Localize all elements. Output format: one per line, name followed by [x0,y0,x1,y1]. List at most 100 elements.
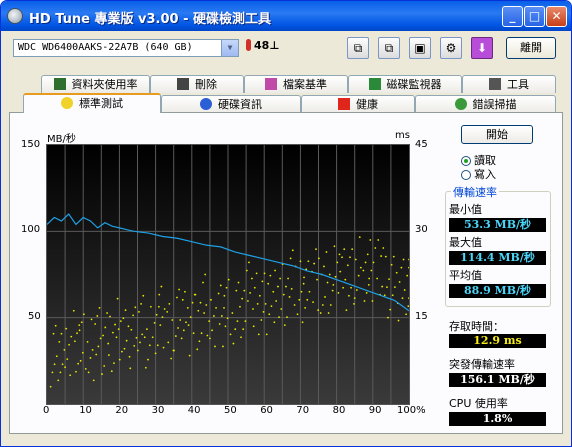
access-time-point [325,251,328,253]
access-time-point [132,314,135,317]
temperature-value: 48 [254,39,270,52]
access-time-point [253,286,256,289]
access-time-point [277,285,279,288]
x-tick-label: 50 [224,405,237,416]
chevron-down-icon[interactable]: ▼ [221,40,238,56]
access-time-point [343,248,346,251]
access-time-point [148,344,151,347]
tab-folder-usage[interactable]: 資料夾使用率 [41,75,150,93]
access-time-point [160,285,163,288]
access-time-point [285,285,287,288]
access-time-point [135,336,138,339]
y-right-tick-label: 45 [415,139,428,150]
copy-screen-button[interactable]: ⧉ [378,37,400,59]
access-time-point [94,323,97,325]
access-time-point [198,340,201,343]
access-time-point [101,373,103,375]
access-time-point [54,324,57,327]
access-time-point [380,255,383,257]
access-time-point [256,302,259,305]
download-button[interactable]: ⬇ [471,37,493,59]
access-time-point [57,379,60,382]
access-time-point [98,306,101,309]
access-time-point [215,306,217,309]
tab-label: 工具 [507,78,529,91]
access-time-point [217,292,220,295]
access-time-point [110,370,113,373]
tab-erase[interactable]: 刪除 [150,75,244,93]
access-time-point [179,319,182,321]
tab-benchmark[interactable]: 標準測試 [23,93,161,113]
minimize-button[interactable]: _ [502,6,523,27]
access-time-point [72,309,75,312]
access-time-point [265,333,268,336]
tab-error-scan[interactable]: 錯誤掃描 [415,95,556,113]
access-time-point [408,258,410,261]
access-time-point [204,273,207,276]
access-time-point [139,341,141,344]
title-bar[interactable]: HD Tune 專業版 v3.00 - 硬碟檢測工具 _ □ ✕ [1,1,571,31]
drive-selector[interactable]: WDC WD6400AAKS-22A7B (640 GB) ▼ [13,39,239,57]
hd-tune-app-icon [7,8,23,24]
tab-disk-monitor[interactable]: 磁碟監視器 [348,75,462,93]
access-time-point [257,333,260,336]
access-time-point [168,302,171,305]
access-time-point [397,319,400,322]
access-time-point [366,253,369,256]
tab-tools[interactable]: 工具 [462,75,556,93]
access-time-point [362,269,365,272]
close-button[interactable]: ✕ [546,6,567,27]
copy-text-button[interactable]: ⧉ [347,37,369,59]
access-time-point [301,321,304,324]
y-tick-label: 50 [28,311,41,322]
access-time-point [313,262,316,265]
access-time-point [106,312,108,314]
options-button[interactable]: ⚙ [440,37,462,59]
access-time-point [331,289,334,292]
access-time-point [316,278,318,281]
tab-file-benchmark[interactable]: 檔案基準 [244,75,348,93]
maximize-button[interactable]: □ [524,6,545,27]
max-value: 114.4 MB/秒 [449,251,546,265]
access-time-point [223,294,226,297]
access-time-point [282,293,285,296]
access-time-point [140,302,143,305]
access-time-point [382,247,385,249]
access-time-point [241,297,244,300]
access-time-point [342,286,345,289]
access-time-point [200,332,203,335]
access-time-point [354,258,357,261]
exit-button[interactable]: 離開 [506,37,556,59]
write-radio[interactable]: 寫入 [461,166,496,182]
tab-drive-info[interactable]: 硬碟資訊 [161,95,301,113]
access-time-point [393,286,396,289]
access-time-point [90,318,93,321]
start-button[interactable]: 開始 [461,125,533,144]
tab-health[interactable]: 健康 [301,95,415,113]
save-button[interactable]: ▣ [409,37,431,59]
access-time-point [64,366,66,369]
access-time-point [351,248,354,251]
thermometer-icon [246,39,251,51]
access-time-point [119,320,122,323]
access-time-point [225,286,228,289]
access-time-point [65,327,68,330]
access-time-point [239,305,241,308]
access-time-point [252,325,255,328]
access-time-point [125,339,128,342]
access-time-point [302,282,305,285]
download-icon: ⬇ [476,41,488,55]
access-time-point [76,332,78,335]
access-time-point [327,312,330,314]
access-time-point [156,344,159,347]
access-time-point [205,304,208,306]
tab-label: 刪除 [195,78,217,91]
access-time-point [279,277,282,280]
tab-label: 磁碟監視器 [386,78,442,91]
access-time-point [338,253,341,256]
access-time-point [185,321,187,324]
access-time-point [369,239,372,241]
access-time-point [154,352,157,355]
access-time-point [240,336,242,339]
access-time-point [117,328,120,331]
